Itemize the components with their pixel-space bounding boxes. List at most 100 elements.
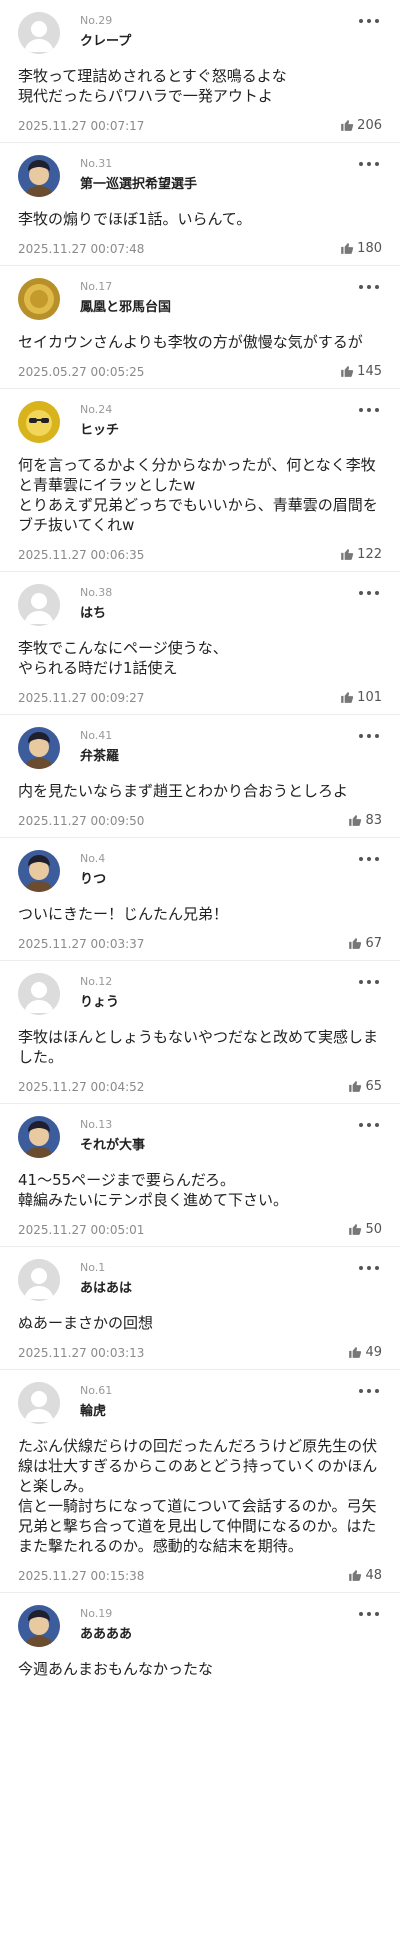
more-options-icon — [359, 980, 363, 984]
like-button[interactable]: 206 — [340, 116, 382, 134]
avatar[interactable] — [18, 278, 60, 320]
comment-text: 今週あんまおもんなかったな — [18, 1660, 214, 1678]
character-avatar-icon — [18, 727, 60, 769]
like-count: 101 — [357, 689, 382, 705]
comment-number: No.12 — [80, 975, 113, 988]
more-options-button[interactable] — [356, 848, 382, 868]
more-options-button[interactable] — [356, 399, 382, 419]
avatar[interactable] — [18, 12, 60, 54]
comment-footer: 2025.11.27 00:09:50 83 — [18, 805, 384, 837]
like-button[interactable]: 180 — [340, 239, 382, 257]
avatar[interactable] — [18, 973, 60, 1015]
comment-header: No.13 それが大事 — [18, 1104, 384, 1164]
timestamp: 2025.11.27 00:09:27 — [18, 691, 145, 705]
more-options-icon — [359, 1612, 363, 1616]
comment-text: 41～55ページまで要らんだろ。 韓編みたいにテンポ良く進めて下さい。 — [18, 1171, 289, 1209]
thumbs-up-icon — [349, 1347, 362, 1358]
timestamp: 2025.11.27 00:05:01 — [18, 1223, 145, 1237]
more-options-icon — [359, 1389, 363, 1393]
more-options-icon — [375, 980, 379, 984]
avatar[interactable] — [18, 584, 60, 626]
more-options-button[interactable] — [356, 1114, 382, 1134]
avatar[interactable] — [18, 727, 60, 769]
comment-header: No.61 輪虎 — [18, 1370, 384, 1430]
comment-meta: No.29 クレープ — [80, 14, 131, 51]
more-options-icon — [375, 1123, 379, 1127]
more-options-button[interactable] — [356, 1380, 382, 1400]
like-button[interactable]: 65 — [348, 1077, 382, 1095]
avatar[interactable] — [18, 1116, 60, 1158]
more-options-icon — [359, 857, 363, 861]
more-options-button[interactable] — [356, 582, 382, 602]
comment-number: No.19 — [80, 1607, 113, 1620]
more-options-icon — [359, 1266, 363, 1270]
more-options-icon — [375, 19, 379, 23]
username[interactable]: あはあは — [80, 1280, 132, 1298]
comment-item: No.12 りょう 李牧はほんとしょうもないやつだなと改めて実感しました。 20… — [0, 961, 400, 1104]
comment-text: たぶん伏線だらけの回だったんだろうけど原先生の伏線は壮大すぎるからこのあとどう持… — [18, 1437, 378, 1555]
avatar[interactable] — [18, 401, 60, 443]
comment-header: No.31 第一巡選択希望選手 — [18, 143, 384, 203]
username[interactable]: 弁茶羅 — [80, 748, 119, 766]
comment-footer: 2025.11.27 00:15:38 48 — [18, 1560, 384, 1592]
timestamp: 2025.11.27 00:15:38 — [18, 1569, 145, 1583]
username[interactable]: りょう — [80, 994, 119, 1012]
username[interactable]: はち — [80, 605, 112, 623]
comment-header: No.38 はち — [18, 572, 384, 632]
character-avatar-icon — [18, 850, 60, 892]
more-options-button[interactable] — [356, 1257, 382, 1277]
avatar[interactable] — [18, 1605, 60, 1647]
comment-meta: No.12 りょう — [80, 975, 119, 1012]
comment-header: No.17 鳳凰と邪馬台国 — [18, 266, 384, 326]
more-options-button[interactable] — [356, 276, 382, 296]
timestamp: 2025.11.27 00:03:13 — [18, 1346, 145, 1360]
comment-text: 李牧って理詰めされるとすぐ怒鳴るよな 現代だったらパワハラで一発アウトよ — [18, 67, 287, 105]
more-options-icon — [359, 591, 363, 595]
like-count: 50 — [365, 1221, 382, 1237]
character-avatar-icon — [18, 1605, 60, 1647]
more-options-icon — [367, 591, 371, 595]
more-options-icon — [367, 285, 371, 289]
more-options-button[interactable] — [356, 153, 382, 173]
more-options-icon — [359, 734, 363, 738]
comment-meta: No.61 輪虎 — [80, 1384, 112, 1421]
like-button[interactable]: 122 — [340, 545, 382, 563]
comment-footer: 2025.05.27 00:05:25 145 — [18, 356, 384, 388]
username[interactable]: クレープ — [80, 33, 131, 51]
comment-number: No.29 — [80, 14, 113, 27]
username[interactable]: ああああ — [80, 1626, 132, 1644]
more-options-button[interactable] — [356, 1603, 382, 1623]
avatar[interactable] — [18, 850, 60, 892]
comment-item: No.31 第一巡選択希望選手 李牧の煽りでほぼ1話。いらんて。 2025.11… — [0, 143, 400, 266]
like-button[interactable]: 101 — [340, 688, 382, 706]
like-count: 65 — [365, 1078, 382, 1094]
username[interactable]: 第一巡選択希望選手 — [80, 176, 197, 194]
avatar[interactable] — [18, 1259, 60, 1301]
like-button[interactable]: 49 — [348, 1343, 382, 1361]
thumbs-up-icon — [341, 243, 354, 254]
comment-text: 何を言ってるかよく分からなかったが、何となく李牧と青華雲にイラッとしたw とりあ… — [18, 456, 378, 534]
like-button[interactable]: 50 — [348, 1220, 382, 1238]
thumbs-up-icon — [341, 692, 354, 703]
avatar[interactable] — [18, 155, 60, 197]
more-options-icon — [367, 734, 371, 738]
like-button[interactable]: 67 — [348, 934, 382, 952]
username[interactable]: りつ — [80, 871, 106, 889]
more-options-button[interactable] — [356, 10, 382, 30]
like-button[interactable]: 83 — [348, 811, 382, 829]
username[interactable]: ヒッチ — [80, 422, 119, 440]
username[interactable]: それが大事 — [80, 1137, 145, 1155]
avatar[interactable] — [18, 1382, 60, 1424]
more-options-button[interactable] — [356, 725, 382, 745]
thumbs-up-icon — [349, 815, 362, 826]
more-options-button[interactable] — [356, 971, 382, 991]
like-button[interactable]: 48 — [348, 1566, 382, 1584]
comment-list: No.29 クレープ 李牧って理詰めされるとすぐ怒鳴るよな 現代だったらパワハラ… — [0, 0, 400, 1679]
username[interactable]: 輪虎 — [80, 1403, 112, 1421]
username[interactable]: 鳳凰と邪馬台国 — [80, 299, 171, 317]
timestamp: 2025.11.27 00:09:50 — [18, 814, 145, 828]
like-button[interactable]: 145 — [340, 362, 382, 380]
timestamp: 2025.11.27 00:04:52 — [18, 1080, 145, 1094]
like-count: 206 — [357, 117, 382, 133]
comment-number: No.1 — [80, 1261, 106, 1274]
